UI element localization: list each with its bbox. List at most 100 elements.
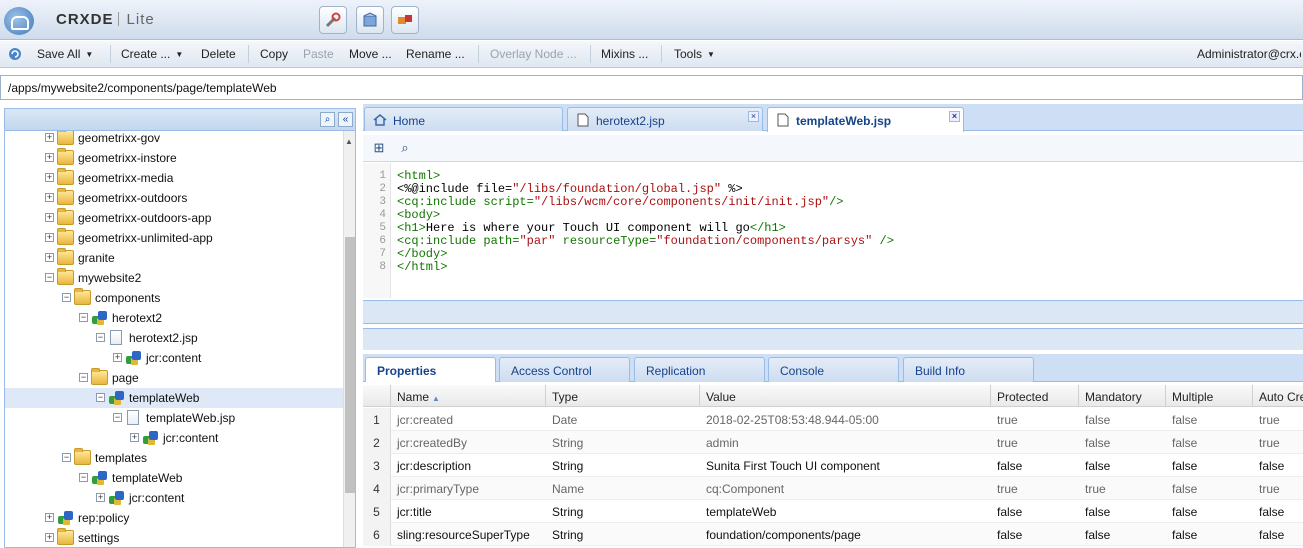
binoculars-icon[interactable]: ⌕: [397, 140, 413, 156]
tab-properties[interactable]: Properties: [365, 357, 496, 382]
tree-node[interactable]: + rep:policy: [5, 508, 343, 528]
table-cell[interactable]: false: [1253, 454, 1303, 477]
expand-icon[interactable]: +: [45, 193, 54, 202]
tree-node[interactable]: + jcr:content: [5, 488, 343, 508]
close-icon[interactable]: ×: [748, 111, 759, 122]
tab-templateweb-jsp[interactable]: templateWeb.jsp ×: [767, 107, 964, 132]
splitter-bar[interactable]: [363, 328, 1303, 350]
expand-icon[interactable]: +: [45, 213, 54, 222]
tools-caret-icon[interactable]: ▼: [707, 50, 715, 59]
code-editor[interactable]: 12345678 <html> <%@include file="/libs/fo…: [363, 163, 1303, 298]
table-cell[interactable]: jcr:created: [391, 408, 546, 431]
create-button[interactable]: Create ... ▼: [121, 47, 183, 61]
create-caret-icon[interactable]: ▼: [175, 50, 183, 59]
mixins-button[interactable]: Mixins ...: [601, 47, 648, 61]
table-cell[interactable]: false: [1079, 500, 1166, 523]
table-cell[interactable]: true: [1079, 477, 1166, 500]
tree-node[interactable]: + geometrixx-instore: [5, 148, 343, 168]
table-row[interactable]: 3 jcr:description String Sunita First Touch…: [363, 454, 1303, 477]
table-cell[interactable]: false: [1253, 523, 1303, 546]
tab-home[interactable]: Home: [364, 107, 563, 131]
scroll-up-icon[interactable]: ▲: [345, 137, 353, 146]
tools-button[interactable]: Tools ▼: [674, 47, 715, 61]
table-cell[interactable]: false: [1166, 477, 1253, 500]
table-row[interactable]: 2 jcr:createdBy String admin true false false t…: [363, 431, 1303, 454]
path-input[interactable]: /apps/mywebsite2/components/page/templat…: [0, 75, 1303, 100]
collapse-icon[interactable]: −: [79, 473, 88, 482]
table-cell[interactable]: jcr:primaryType: [391, 477, 546, 500]
tree-node[interactable]: + geometrixx-gov: [5, 131, 343, 148]
table-cell[interactable]: true: [1253, 477, 1303, 500]
table-cell[interactable]: String: [546, 454, 700, 477]
table-cell[interactable]: sling:resourceSuperType: [391, 523, 546, 546]
table-cell[interactable]: false: [991, 454, 1079, 477]
table-cell[interactable]: true: [991, 477, 1079, 500]
table-cell[interactable]: cq:Component: [700, 477, 991, 500]
save-all-caret-icon[interactable]: ▼: [85, 50, 93, 59]
table-cell[interactable]: jcr:createdBy: [391, 431, 546, 454]
binoculars-icon[interactable]: ⌕: [320, 112, 335, 127]
table-cell[interactable]: false: [1079, 454, 1166, 477]
table-cell[interactable]: 2018-02-25T08:53:48.944-05:00: [700, 408, 991, 431]
column-header[interactable]: Type: [546, 385, 700, 407]
table-cell[interactable]: templateWeb: [700, 500, 991, 523]
table-row[interactable]: 5 jcr:title String templateWeb false false fal…: [363, 500, 1303, 523]
column-header[interactable]: Value: [700, 385, 991, 407]
table-cell[interactable]: true: [991, 408, 1079, 431]
collapse-icon[interactable]: −: [96, 393, 105, 402]
table-row[interactable]: 6 sling:resourceSuperType String foundation…: [363, 523, 1303, 546]
table-cell[interactable]: false: [1079, 431, 1166, 454]
tab-herotext2-jsp[interactable]: herotext2.jsp ×: [567, 107, 763, 131]
table-cell[interactable]: false: [1166, 523, 1253, 546]
table-cell[interactable]: false: [1166, 454, 1253, 477]
table-cell[interactable]: jcr:title: [391, 500, 546, 523]
tab-console[interactable]: Console: [768, 357, 899, 382]
table-cell[interactable]: false: [1166, 500, 1253, 523]
refresh-icon[interactable]: [7, 46, 23, 62]
expand-icon[interactable]: +: [45, 153, 54, 162]
tree-node[interactable]: − templateWeb: [5, 388, 343, 408]
column-header[interactable]: Name ▲: [391, 385, 546, 407]
tab-access-control[interactable]: Access Control: [499, 357, 630, 382]
column-header[interactable]: Multiple: [1166, 385, 1253, 407]
copy-button[interactable]: Copy: [260, 47, 288, 61]
collapse-icon[interactable]: −: [79, 373, 88, 382]
format-code-icon[interactable]: ⊞: [371, 140, 387, 156]
tree-node[interactable]: + geometrixx-unlimited-app: [5, 228, 343, 248]
tree-node[interactable]: + geometrixx-outdoors-app: [5, 208, 343, 228]
table-cell[interactable]: true: [1253, 408, 1303, 431]
paste-button[interactable]: Paste: [303, 47, 334, 61]
tree-node[interactable]: + settings: [5, 528, 343, 547]
table-cell[interactable]: false: [991, 523, 1079, 546]
collapse-panel-icon[interactable]: «: [338, 112, 353, 127]
table-cell[interactable]: admin: [700, 431, 991, 454]
column-header[interactable]: Auto Cre: [1253, 385, 1303, 407]
tree-node[interactable]: + granite: [5, 248, 343, 268]
expand-icon[interactable]: +: [45, 133, 54, 142]
tree-node[interactable]: − mywebsite2: [5, 268, 343, 288]
tree-node[interactable]: − templateWeb: [5, 468, 343, 488]
table-cell[interactable]: String: [546, 431, 700, 454]
table-cell[interactable]: Date: [546, 408, 700, 431]
collapse-icon[interactable]: −: [62, 453, 71, 462]
collapse-icon[interactable]: −: [62, 293, 71, 302]
column-header[interactable]: Mandatory: [1079, 385, 1166, 407]
tree-node[interactable]: − herotext2.jsp: [5, 328, 343, 348]
table-row[interactable]: 1 jcr:created Date 2018-02-25T08:53:48.944-…: [363, 408, 1303, 431]
collapse-icon[interactable]: −: [113, 413, 122, 422]
table-cell[interactable]: false: [1166, 408, 1253, 431]
expand-icon[interactable]: +: [45, 513, 54, 522]
table-cell[interactable]: Sunita First Touch UI component: [700, 454, 991, 477]
tree-node[interactable]: − components: [5, 288, 343, 308]
table-cell[interactable]: Name: [546, 477, 700, 500]
column-header[interactable]: Protected: [991, 385, 1079, 407]
tab-replication[interactable]: Replication: [634, 357, 765, 382]
tree-node[interactable]: − templateWeb.jsp: [5, 408, 343, 428]
expand-icon[interactable]: +: [130, 433, 139, 442]
delete-button[interactable]: Delete: [201, 47, 236, 61]
table-cell[interactable]: foundation/components/page: [700, 523, 991, 546]
tree-node[interactable]: + geometrixx-media: [5, 168, 343, 188]
tree-node[interactable]: + geometrixx-outdoors: [5, 188, 343, 208]
tree-node[interactable]: − page: [5, 368, 343, 388]
collapse-icon[interactable]: −: [45, 273, 54, 282]
